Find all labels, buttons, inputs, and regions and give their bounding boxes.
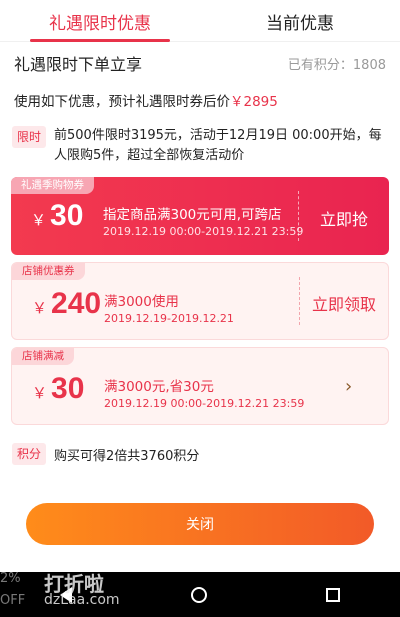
coupon-value: 240: [51, 287, 102, 320]
recent-apps-icon[interactable]: [326, 587, 341, 602]
home-icon[interactable]: [190, 586, 207, 603]
chevron-right-icon[interactable]: ›: [345, 376, 352, 397]
coupon-description: 满3000元,省30元: [104, 379, 214, 395]
points-balance: 已有积分：1808: [287, 57, 386, 73]
section-header: 礼遇限时下单立享 已有积分：1808: [14, 50, 386, 76]
coupon-tag: 店铺优惠券: [12, 263, 85, 280]
tab-bar: 礼遇限时优惠 当前优惠: [0, 0, 400, 42]
coupon-validity: 2019.12.19 00:00-2019.12.21 23:59: [103, 225, 304, 238]
points-reward-text: 购买可得2倍共3760积分: [54, 448, 200, 464]
limited-time-tag: 限时: [12, 126, 47, 148]
grab-coupon-button[interactable]: 立即抢: [299, 206, 389, 230]
coupon-description: 满3000使用: [104, 294, 179, 310]
estimated-price: ￥2895: [230, 94, 278, 110]
coupon-validity: 2019.12.19 00:00-2019.12.21 23:59: [104, 397, 305, 410]
coupon-card-discount[interactable]: 店铺满减 ￥ 30 满3000元,省30元 2019.12.19 00:00-2…: [11, 347, 389, 425]
currency-symbol: ￥: [31, 211, 47, 229]
coupon-value: 30: [50, 199, 84, 232]
points-tag: 积分: [12, 443, 47, 465]
tab-limited-offer[interactable]: 礼遇限时优惠: [0, 0, 200, 42]
watermark-domain: dzLaa.com: [44, 592, 120, 608]
coupon-amount: ￥ 30: [32, 372, 84, 406]
limited-time-text: 前500件限时3195元，活动于12月19日 00:00开始，每人限购5件，超过…: [54, 128, 382, 163]
coupon-value: 30: [51, 372, 85, 405]
tab-current-offer-label: 当前优惠: [266, 13, 334, 34]
claim-coupon-button[interactable]: 立即领取: [300, 291, 388, 315]
coupon-description: 指定商品满300元可用,可跨店: [103, 207, 282, 223]
coupon-card-shopping: 礼遇季购物券 ￥ 30 指定商品满300元可用,可跨店 2019.12.19 0…: [11, 177, 389, 255]
coupon-validity: 2019.12.19-2019.12.21: [104, 312, 234, 325]
limited-time-notice: 限时 前500件限时3195元，活动于12月19日 00:00开始，每人限购5件…: [12, 126, 388, 166]
currency-symbol: ￥: [32, 384, 48, 402]
tab-limited-offer-label: 礼遇限时优惠: [49, 13, 151, 34]
coupon-tag: 店铺满减: [12, 348, 74, 365]
coupon-amount: ￥ 240: [32, 287, 101, 321]
active-tab-indicator: [30, 39, 170, 42]
coupon-card-store: 店铺优惠券 ￥ 240 满3000使用 2019.12.19-2019.12.2…: [11, 262, 389, 340]
points-reward-notice: 积分 购买可得2倍共3760积分: [12, 443, 199, 465]
coupon-tag: 礼遇季购物券: [11, 177, 94, 194]
currency-symbol: ￥: [32, 299, 48, 317]
close-button[interactable]: 关闭: [26, 503, 374, 545]
estimate-text: 使用如下优惠，预计礼遇限时券后价: [14, 94, 230, 110]
tab-current-offer[interactable]: 当前优惠: [200, 0, 400, 42]
watermark-side: 2% OFF: [0, 571, 26, 608]
coupon-amount: ￥ 30: [31, 199, 83, 233]
section-title: 礼遇限时下单立享: [14, 55, 143, 74]
estimated-price-line: 使用如下优惠，预计礼遇限时券后价￥2895: [14, 90, 278, 110]
